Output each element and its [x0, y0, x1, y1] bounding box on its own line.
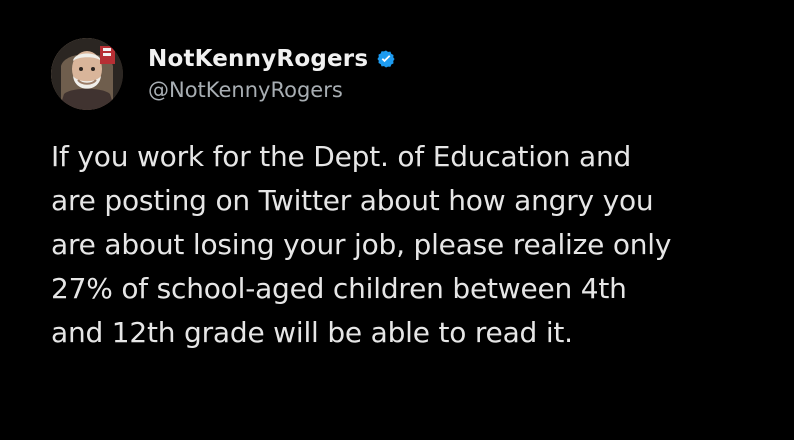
avatar[interactable]	[51, 38, 123, 110]
display-name[interactable]: NotKennyRogers	[148, 47, 368, 71]
author-identity: NotKennyRogers @NotKennyRogers	[148, 47, 396, 101]
tweet-card: NotKennyRogers @NotKennyRogers If you wo…	[0, 0, 794, 440]
profile-photo-icon	[51, 38, 123, 110]
name-row: NotKennyRogers	[148, 47, 396, 71]
tweet-text: If you work for the Dept. of Education a…	[51, 140, 672, 349]
author-handle[interactable]: @NotKennyRogers	[148, 79, 396, 101]
tweet-header: NotKennyRogers @NotKennyRogers	[51, 38, 754, 110]
verified-badge-icon	[376, 49, 396, 69]
